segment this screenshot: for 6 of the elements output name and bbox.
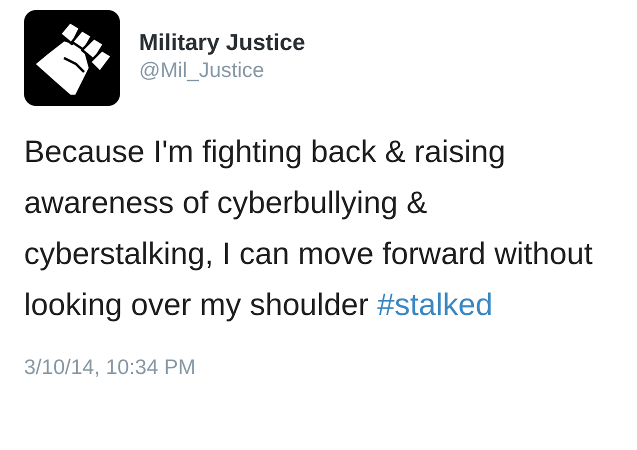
account-name: Military Justice: [139, 28, 306, 57]
fist-icon: [24, 10, 120, 106]
hashtag-link[interactable]: #stalked: [377, 287, 493, 322]
tweet-text: Because I'm fighting back & raising awareness of cyberbullying & cyberstalking, I can move forward without looking over my shoulder #stalked: [23, 133, 594, 324]
account-handle: @Mil_Justice: [139, 58, 266, 84]
tweet-timestamp: 3/10/14, 10:34 PM: [24, 356, 196, 379]
